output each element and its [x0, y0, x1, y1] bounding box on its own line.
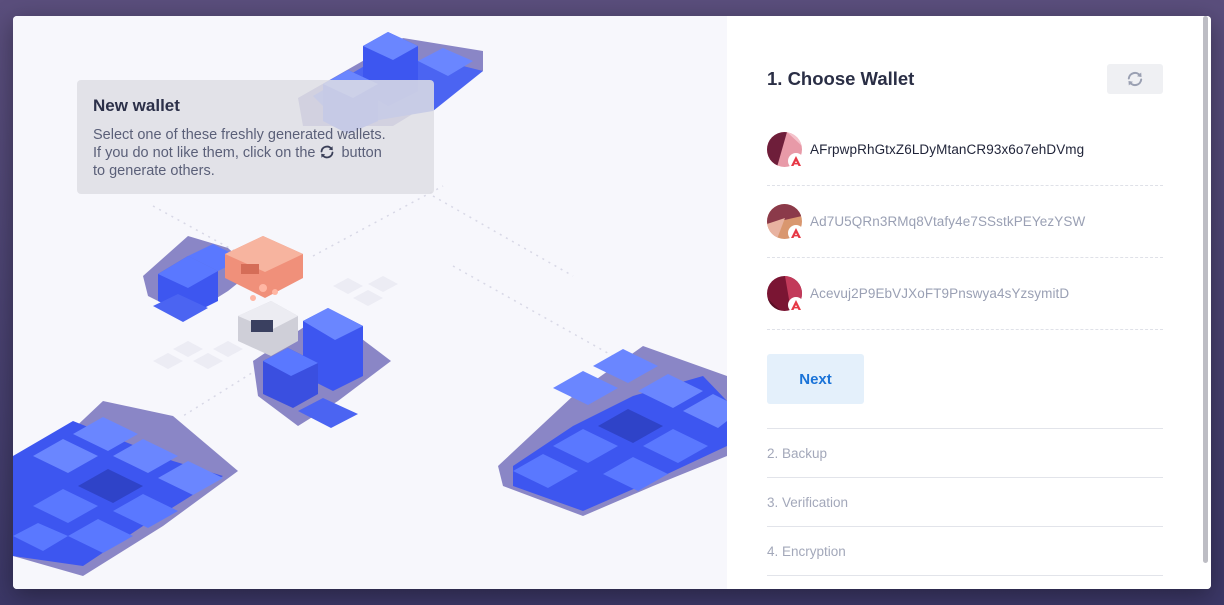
- illustration-pane: New wallet Select one of these freshly g…: [13, 16, 727, 589]
- refresh-wallets-button[interactable]: [1107, 64, 1163, 94]
- new-wallet-tooltip: New wallet Select one of these freshly g…: [77, 80, 434, 194]
- refresh-icon: [1127, 71, 1143, 87]
- wallet-panel: 1. Choose Wallet AFrpwpRhGtxZ6LDyMtanCR9…: [727, 16, 1211, 589]
- wallet-option-2[interactable]: Ad7U5QRn3RMq8Vtafy4e7SSstkPEYezYSW: [767, 186, 1163, 258]
- step-backup: 2. Backup: [767, 428, 1163, 477]
- wallet-robot-figure: [225, 236, 303, 356]
- wallet-list: AFrpwpRhGtxZ6LDyMtanCR93x6o7ehDVmg Ad7U5…: [767, 114, 1163, 330]
- aion-logo-icon: [788, 153, 804, 169]
- wallet-window: New wallet Select one of these freshly g…: [13, 16, 1211, 589]
- scrollbar[interactable]: [1203, 16, 1208, 563]
- cube-cluster-right: [498, 346, 727, 516]
- aion-logo-icon: [788, 225, 804, 241]
- identicon-avatar: [767, 276, 804, 313]
- next-button[interactable]: Next: [767, 354, 864, 404]
- tooltip-title: New wallet: [93, 96, 180, 115]
- step-list: 2. Backup 3. Verification 4. Encryption: [767, 428, 1163, 576]
- wallet-address: Ad7U5QRn3RMq8Vtafy4e7SSstkPEYezYSW: [810, 214, 1086, 229]
- identicon-avatar: [767, 132, 804, 169]
- tooltip-line-1: Select one of these freshly generated wa…: [93, 127, 386, 143]
- wallet-address: AFrpwpRhGtxZ6LDyMtanCR93x6o7ehDVmg: [810, 142, 1085, 157]
- step-title: 1. Choose Wallet: [767, 68, 915, 89]
- wallet-option-3[interactable]: Acevuj2P9EbVJXoFT9Pnswya4sYzsymitD: [767, 258, 1163, 330]
- tooltip-line-2-start: If you do not like them, click on the: [93, 145, 316, 161]
- cube-cluster-bottom-left: [13, 401, 238, 576]
- wallet-address: Acevuj2P9EbVJXoFT9Pnswya4sYzsymitD: [810, 286, 1070, 301]
- refresh-icon: [319, 145, 335, 159]
- step-verification: 3. Verification: [767, 477, 1163, 526]
- aion-logo-icon: [788, 297, 804, 313]
- tooltip-body: Select one of these freshly generated wa…: [93, 126, 418, 180]
- step-encryption: 4. Encryption: [767, 526, 1163, 576]
- tooltip-line-2-end: button: [341, 145, 382, 161]
- identicon-avatar: [767, 204, 804, 241]
- tooltip-line-3: to generate others.: [93, 163, 215, 179]
- wallet-option-1[interactable]: AFrpwpRhGtxZ6LDyMtanCR93x6o7ehDVmg: [767, 114, 1163, 186]
